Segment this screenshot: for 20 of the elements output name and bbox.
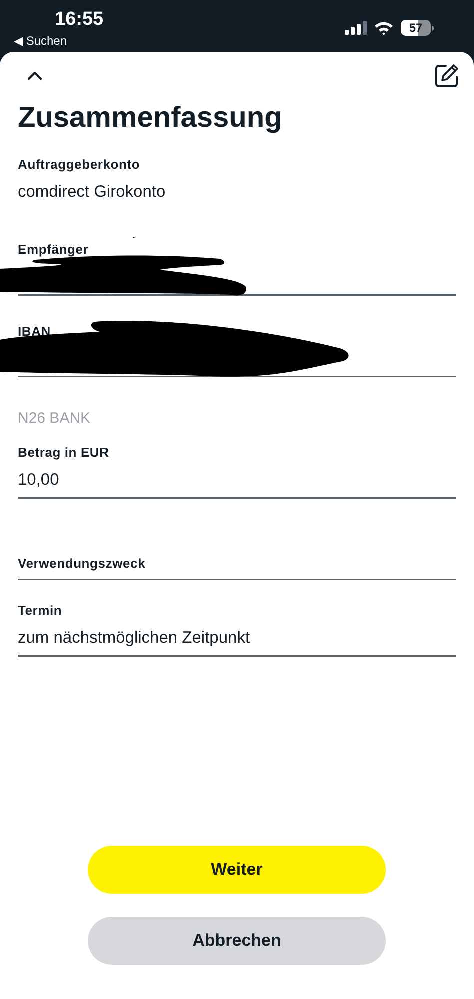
clock-time: 16:55 (55, 8, 104, 32)
continue-button[interactable]: Weiter (88, 846, 386, 894)
field-value: comdirect Girokonto (18, 182, 166, 203)
cancel-button[interactable]: Abbrechen (88, 917, 386, 965)
field-label: Empfänger (18, 241, 90, 259)
chevron-up-icon[interactable] (27, 71, 43, 81)
field-value: zum nächstmöglichen Zeitpunkt (18, 628, 250, 649)
bank-name: N26 BANK (18, 409, 92, 429)
field-label: Betrag in EUR (18, 444, 110, 462)
back-link[interactable]: ◀ Suchen (14, 33, 68, 49)
battery-icon: 57 (401, 20, 434, 36)
field-label: IBAN (18, 322, 52, 340)
field-label: Termin (18, 602, 64, 620)
field-value: 10,00 (18, 470, 60, 491)
field-label: Auftraggeberkonto (18, 156, 142, 174)
edit-icon[interactable] (434, 63, 460, 89)
signal-icon (345, 21, 367, 35)
wifi-icon (374, 20, 394, 36)
page-title: Zusammenfassung (18, 101, 284, 136)
field-label: Verwendungszweck (18, 554, 147, 573)
